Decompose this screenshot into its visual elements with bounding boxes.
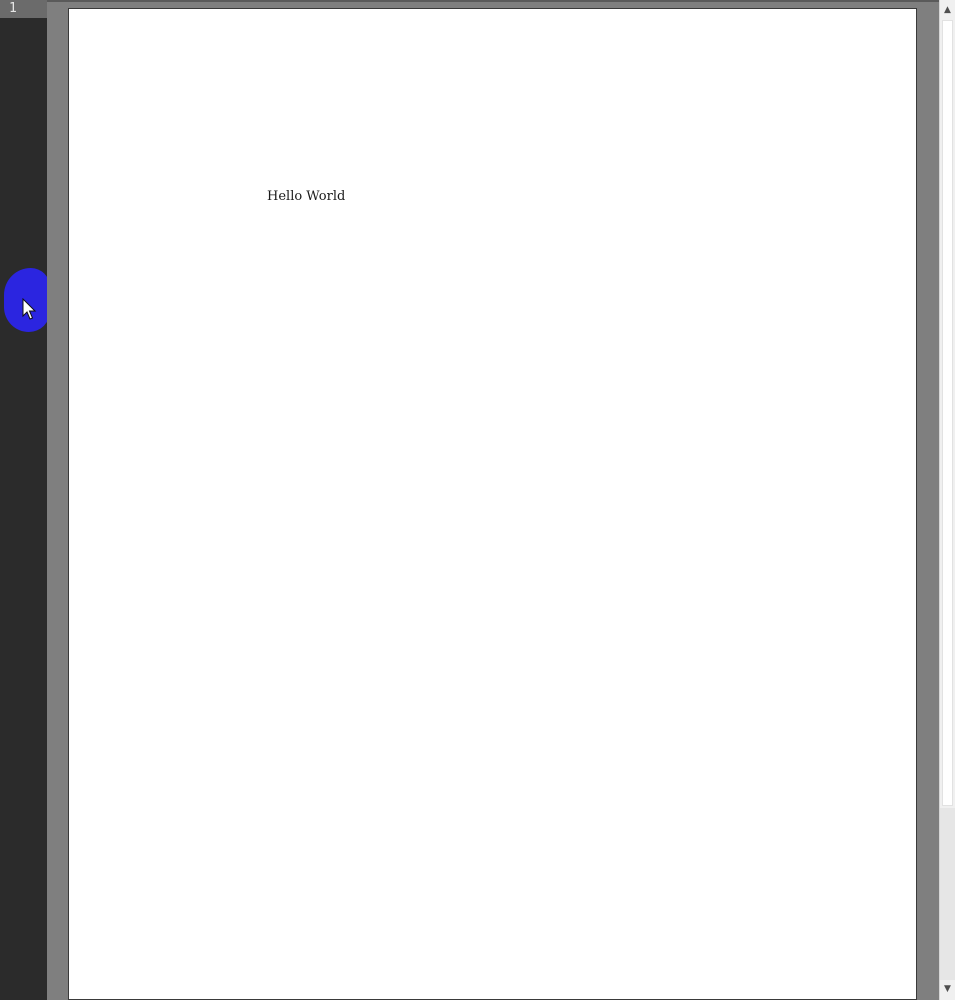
mouse-pointer-icon bbox=[22, 298, 37, 320]
scroll-thumb[interactable] bbox=[942, 20, 953, 806]
document-page[interactable]: Hello World bbox=[68, 8, 917, 1000]
editor-gutter: 1 bbox=[0, 0, 50, 1000]
current-line-highlight: 1 bbox=[0, 0, 47, 18]
vertical-scrollbar[interactable]: ▲ ▼ bbox=[939, 0, 955, 1000]
page-text: Hello World bbox=[267, 189, 346, 204]
scroll-up-arrow-icon[interactable]: ▲ bbox=[940, 2, 955, 19]
line-number: 1 bbox=[9, 1, 17, 16]
scroll-down-arrow-icon[interactable]: ▼ bbox=[940, 981, 955, 998]
app-window: 1 Hello World ▲ ▼ bbox=[0, 0, 955, 1000]
scroll-track[interactable] bbox=[940, 808, 955, 980]
